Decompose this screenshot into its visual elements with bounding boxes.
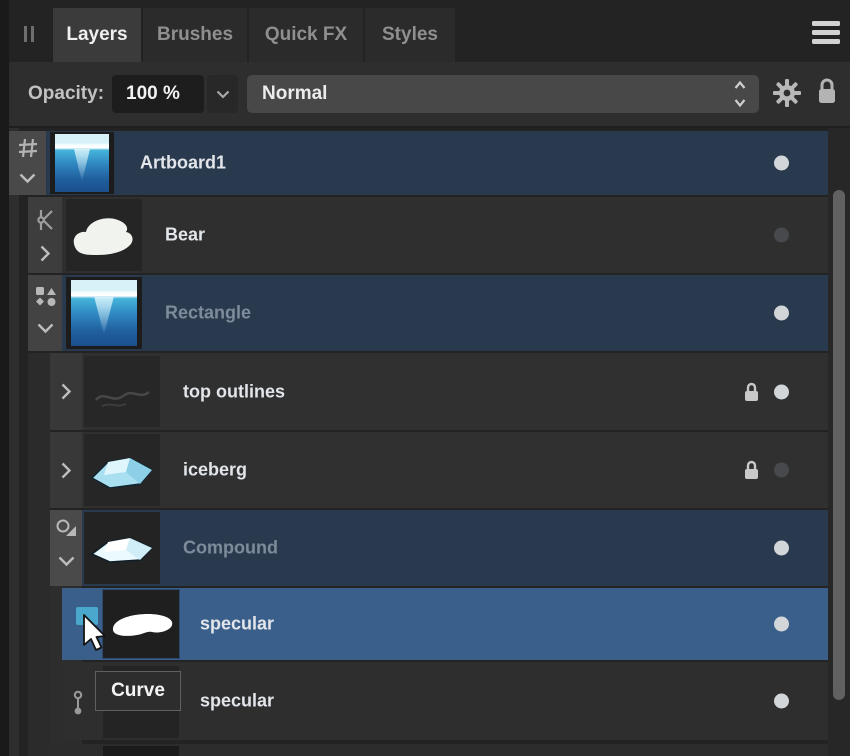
mouse-cursor-icon — [82, 614, 110, 654]
layer-row-top-outlines[interactable]: top outlines — [50, 353, 828, 430]
layer-row-specular-selected[interactable]: specular — [62, 588, 828, 660]
visibility-dot[interactable] — [774, 227, 789, 243]
layer-name[interactable]: top outlines — [183, 381, 285, 402]
lock-icon[interactable] — [815, 76, 839, 108]
tooltip: Curve — [95, 671, 181, 711]
compound-thumb-art — [90, 537, 154, 563]
layer-name[interactable]: Artboard1 — [140, 153, 226, 174]
expand-chevron-icon[interactable] — [40, 245, 51, 262]
layer-name[interactable]: specular — [200, 614, 274, 635]
tab-brushes[interactable]: Brushes — [143, 8, 247, 62]
opacity-toolbar: Opacity: 100 % Normal — [9, 62, 850, 128]
drag-handle-icon[interactable] — [24, 26, 36, 42]
opacity-value-field[interactable]: 100 % — [112, 75, 204, 113]
stepper-icon[interactable] — [733, 79, 747, 109]
layer-name[interactable]: Compound — [183, 538, 278, 559]
node-layer-icon — [72, 688, 88, 718]
expand-chevron-icon[interactable] — [61, 383, 72, 400]
tab-quick-fx[interactable]: Quick FX — [249, 8, 363, 62]
layer-thumbnail[interactable] — [66, 199, 142, 271]
visibility-dot[interactable] — [774, 155, 789, 171]
collapse-chevron-icon[interactable] — [58, 556, 75, 567]
layer-thumbnail[interactable] — [84, 434, 160, 506]
tab-styles[interactable]: Styles — [365, 8, 455, 62]
artboard-icon — [17, 137, 39, 159]
layer-name[interactable]: specular — [200, 691, 274, 712]
row-gutter — [50, 353, 82, 430]
layer-name[interactable]: Rectangle — [165, 303, 251, 324]
shapes-layer-icon — [34, 285, 58, 309]
layer-row-bear[interactable]: Bear — [28, 197, 828, 273]
layer-thumbnail[interactable] — [102, 589, 180, 659]
lock-badge-icon[interactable] — [743, 459, 760, 481]
panel-tab-bar: Layers Brushes Quick FX Styles — [0, 0, 850, 62]
layer-thumbnail[interactable] — [84, 512, 160, 584]
expand-chevron-icon[interactable] — [61, 462, 72, 479]
outlines-thumb-art — [95, 390, 150, 407]
row-gutter — [28, 275, 62, 351]
layer-thumbnail[interactable] — [50, 132, 114, 194]
layer-row-compound[interactable]: Compound — [50, 510, 828, 586]
chevron-down-icon — [216, 90, 229, 99]
row-gutter — [28, 197, 62, 273]
layer-name[interactable]: iceberg — [183, 460, 247, 481]
layer-row-iceberg[interactable]: iceberg — [50, 432, 828, 508]
visibility-dot[interactable] — [774, 616, 789, 632]
layers-panel: Layers Brushes Quick FX Styles Opacity: … — [0, 0, 850, 756]
compound-layer-icon — [55, 518, 79, 540]
layer-row-rectangle[interactable]: Rectangle — [28, 275, 828, 351]
bear-thumb-art — [73, 218, 133, 255]
layer-row-artboard1[interactable]: Artboard1 — [9, 131, 828, 195]
collapse-chevron-icon[interactable] — [37, 323, 54, 334]
gear-icon[interactable] — [772, 78, 802, 108]
collapse-chevron-icon[interactable] — [19, 173, 36, 184]
tab-layers[interactable]: Layers — [53, 8, 141, 62]
panel-left-strip — [9, 128, 19, 756]
row-gutter — [50, 510, 82, 586]
partial-next-thumbnail — [103, 746, 179, 756]
scrollbar-thumb[interactable] — [833, 190, 845, 700]
row-gutter — [9, 131, 46, 195]
lock-badge-icon[interactable] — [743, 381, 760, 403]
visibility-dot[interactable] — [774, 384, 789, 399]
iceberg-thumb-art — [90, 457, 154, 489]
blend-mode-select[interactable]: Normal — [247, 75, 759, 113]
visibility-dot[interactable] — [774, 540, 789, 556]
layer-name[interactable]: Bear — [165, 225, 205, 246]
layer-thumbnail[interactable] — [84, 356, 160, 427]
opacity-label: Opacity: — [28, 83, 105, 104]
panel-left-edge — [0, 0, 9, 756]
layer-thumbnail[interactable] — [66, 277, 142, 349]
opacity-dropdown-button[interactable] — [207, 75, 238, 113]
curves-layer-icon — [37, 209, 55, 231]
visibility-dot[interactable] — [774, 462, 789, 478]
row-gutter — [50, 432, 82, 508]
group-indent-guide — [28, 353, 50, 756]
blend-mode-value: Normal — [262, 83, 328, 104]
visibility-dot[interactable] — [774, 693, 789, 709]
hamburger-icon[interactable] — [812, 21, 840, 45]
visibility-dot[interactable] — [774, 305, 789, 321]
specular-thumb-art — [112, 614, 173, 636]
